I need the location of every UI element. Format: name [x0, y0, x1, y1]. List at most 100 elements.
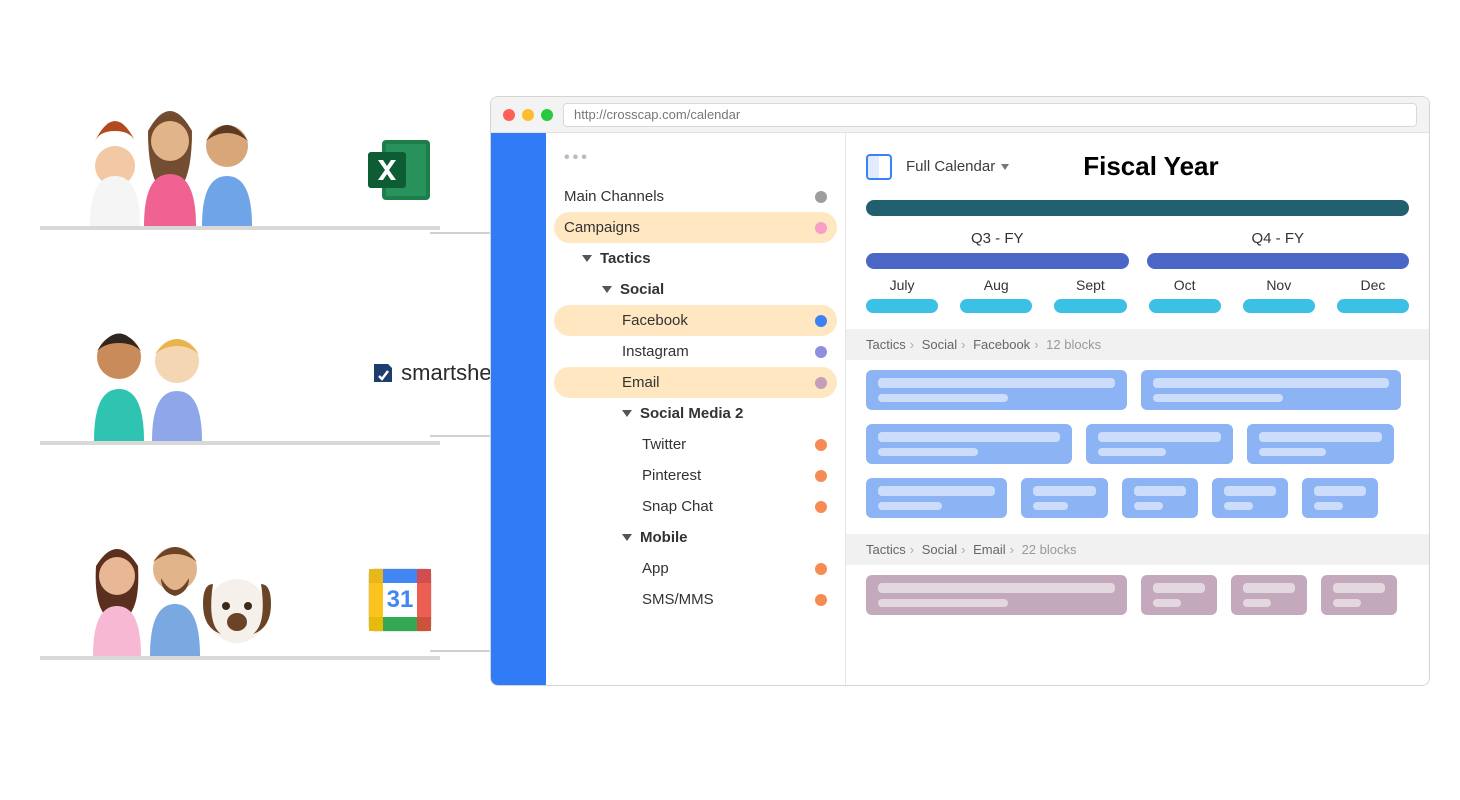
month-label: Nov [1243, 277, 1315, 293]
content-block[interactable] [1141, 370, 1402, 410]
tree-item-campaigns[interactable]: Campaigns [554, 212, 837, 243]
month-bar [1337, 299, 1409, 313]
month-bar [1243, 299, 1315, 313]
content-block[interactable] [1212, 478, 1288, 518]
content-block[interactable] [1231, 575, 1307, 615]
google-calendar-icon: 31 [360, 560, 440, 640]
month-label: Dec [1337, 277, 1409, 293]
chevron-down-icon [582, 255, 592, 262]
quarter-label: Q4 - FY [1147, 230, 1410, 247]
minimize-icon[interactable] [522, 109, 534, 121]
team-row-excel [40, 90, 470, 230]
tree-label: Instagram [622, 343, 689, 360]
content-block[interactable] [866, 370, 1127, 410]
tree-label: Main Channels [564, 188, 664, 205]
close-icon[interactable] [503, 109, 515, 121]
quarter-bar [866, 253, 1129, 269]
tree-label: Email [622, 374, 660, 391]
tree-item-instagram[interactable]: Instagram [554, 336, 837, 367]
chevron-down-icon [1001, 164, 1009, 170]
calendar-icon [866, 154, 892, 180]
tree-item-social[interactable]: Social [554, 274, 837, 305]
fiscal-year-bar [866, 200, 1409, 216]
chevron-down-icon [622, 410, 632, 417]
team-row-gcal: 31 [40, 520, 470, 660]
content-block[interactable] [1086, 424, 1233, 464]
content-block[interactable] [1122, 478, 1198, 518]
crumb: Social [922, 337, 957, 352]
color-dot [815, 346, 827, 358]
tree-label: App [642, 560, 669, 577]
breadcrumb: Tactics› Social› Facebook› 12 blocks [846, 329, 1429, 360]
team-row-smartsheet: smartsheet [40, 305, 470, 445]
tree-label: SMS/MMS [642, 591, 714, 608]
content-block[interactable] [1247, 424, 1394, 464]
left-rail [491, 133, 546, 685]
view-label: Full Calendar [906, 158, 995, 175]
quarter-label: Q3 - FY [866, 230, 1129, 247]
facebook-blocks [866, 370, 1409, 518]
tree-item-sms[interactable]: SMS/MMS [554, 584, 837, 615]
tree-item-social-media-2[interactable]: Social Media 2 [554, 398, 837, 429]
crumb: Tactics [866, 337, 906, 352]
month-label: Oct [1149, 277, 1221, 293]
content-block[interactable] [1302, 478, 1378, 518]
tree-label: Snap Chat [642, 498, 713, 515]
tree-item-mobile[interactable]: Mobile [554, 522, 837, 553]
view-selector[interactable]: Full Calendar [906, 158, 1009, 175]
shelf [40, 441, 440, 445]
content-block[interactable] [866, 478, 1007, 518]
month-bar [960, 299, 1032, 313]
content-block[interactable] [1321, 575, 1397, 615]
svg-text:31: 31 [387, 586, 414, 613]
tree-item-tactics[interactable]: Tactics [554, 243, 837, 274]
quarter-bar [1147, 253, 1410, 269]
timeline: Q3 - FY Q4 - FY July Aug Sept Oct Nov De… [866, 200, 1409, 313]
tree-item-email[interactable]: Email [554, 367, 837, 398]
maximize-icon[interactable] [541, 109, 553, 121]
tree-item-snapchat[interactable]: Snap Chat [554, 491, 837, 522]
month-bar [1149, 299, 1221, 313]
tree-item-main-channels[interactable]: Main Channels [554, 181, 837, 212]
team-avatars [80, 534, 260, 656]
color-dot [815, 563, 827, 575]
month-label: July [866, 277, 938, 293]
tree-label: Facebook [622, 312, 688, 329]
chevron-down-icon [622, 534, 632, 541]
content-block[interactable] [866, 424, 1072, 464]
tree-label: Pinterest [642, 467, 701, 484]
content-block[interactable] [1141, 575, 1217, 615]
address-bar[interactable]: http://crosscap.com/calendar [563, 103, 1417, 127]
shelf [40, 656, 440, 660]
avatar [190, 111, 265, 226]
breadcrumb: Tactics› Social› Email› 22 blocks [846, 534, 1429, 565]
tree-item-twitter[interactable]: Twitter [554, 429, 837, 460]
tree-item-pinterest[interactable]: Pinterest [554, 460, 837, 491]
tree-label: Twitter [642, 436, 686, 453]
tree-label: Social [620, 281, 664, 298]
more-icon[interactable]: ••• [554, 145, 837, 181]
tree-item-app[interactable]: App [554, 553, 837, 584]
team-avatars [80, 321, 196, 441]
calendar-main: Full Calendar Fiscal Year Q3 - FY Q4 - F… [846, 133, 1429, 685]
content-block[interactable] [1021, 478, 1108, 518]
excel-icon [360, 130, 440, 210]
color-dot [815, 377, 827, 389]
color-dot [815, 222, 827, 234]
tree-label: Social Media 2 [640, 405, 743, 422]
month-bar [1054, 299, 1126, 313]
calendar-app: ••• Main Channels Campaigns Tactics Soci… [491, 133, 1429, 685]
avatar [138, 326, 216, 441]
month-label: Sept [1054, 277, 1126, 293]
channel-tree: ••• Main Channels Campaigns Tactics Soci… [546, 133, 846, 685]
crumb: Email [973, 542, 1006, 557]
browser-window: http://crosscap.com/calendar ••• Main Ch… [490, 96, 1430, 686]
shelf [40, 226, 440, 230]
tree-item-facebook[interactable]: Facebook [554, 305, 837, 336]
month-bar [866, 299, 938, 313]
url-text: http://crosscap.com/calendar [574, 107, 740, 122]
window-controls [503, 109, 553, 121]
content-block[interactable] [866, 575, 1127, 615]
crumb: Tactics [866, 542, 906, 557]
tree-label: Mobile [640, 529, 688, 546]
